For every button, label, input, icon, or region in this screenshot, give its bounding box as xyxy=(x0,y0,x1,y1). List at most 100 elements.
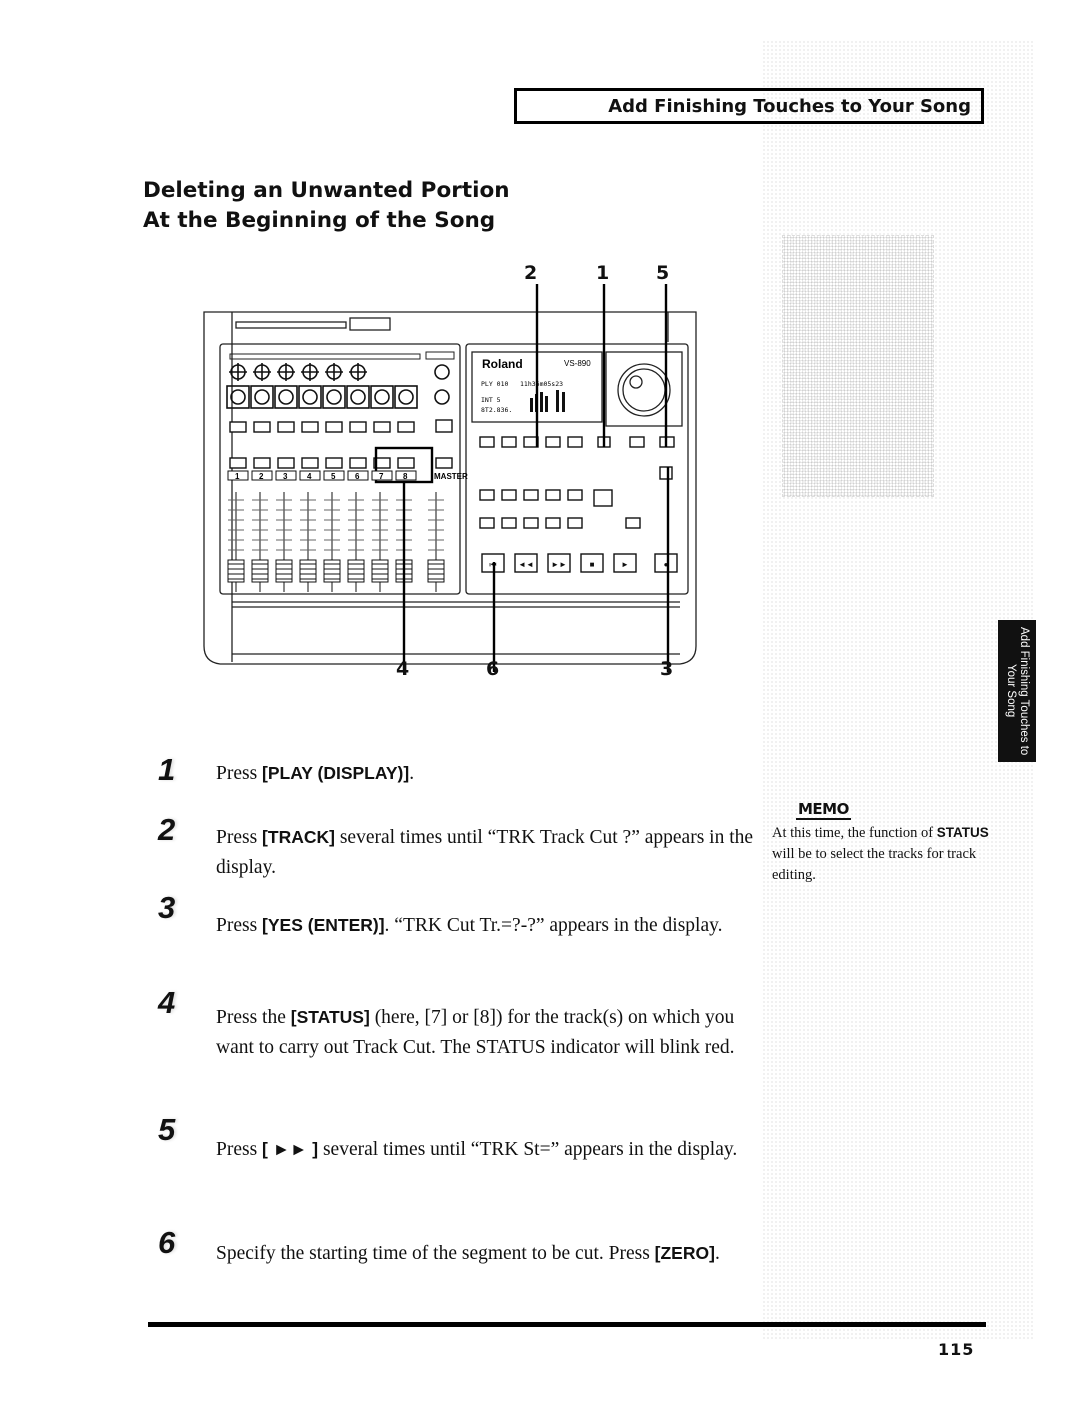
callout-4: 4 xyxy=(396,658,410,680)
section-title-line1: Deleting an Unwanted Portion xyxy=(143,178,510,203)
status-button xyxy=(349,457,367,469)
pan-knob xyxy=(230,389,246,405)
select-button xyxy=(253,421,271,433)
select-button xyxy=(229,421,247,433)
step-text: Press [YES (ENTER)]. “TRK Cut Tr.=?-?” a… xyxy=(216,910,761,941)
step-post-text: . “TRK Cut Tr.=?-?” appears in the displ… xyxy=(384,915,723,936)
track-number: 2 xyxy=(259,472,264,481)
pan-knob xyxy=(350,389,366,405)
track-number: 5 xyxy=(331,472,336,481)
vs890-panel-drawing: 1 2 3 4 5 6 7 8 MASTER Roland VS-890 PLY 010 11… xyxy=(203,284,697,672)
step-post-text: . xyxy=(409,763,415,784)
step-number: 5 xyxy=(158,1112,176,1147)
step-bold-text: [ZERO] xyxy=(654,1243,715,1263)
step-bold-text: [YES (ENTER)] xyxy=(262,915,385,935)
scene-button xyxy=(523,517,539,529)
step-text: Press [TRACK] several times until “TRK T… xyxy=(216,822,761,883)
aux-knob xyxy=(434,389,450,405)
pan-knob xyxy=(398,389,414,405)
step-bold-text: [PLAY (DISPLAY)] xyxy=(262,763,410,783)
step-number: 6 xyxy=(158,1225,176,1260)
step-number: 3 xyxy=(158,890,176,925)
select-button xyxy=(277,421,295,433)
memo-note: MEMO At this time, the function of STATU… xyxy=(770,800,990,886)
side-tab-label: Add Finishing Touches to Your Song xyxy=(1005,626,1030,756)
step-bold-text: [STATUS] xyxy=(290,1007,370,1027)
master-label: MASTER xyxy=(434,472,468,481)
fader-button xyxy=(435,457,453,469)
step-text: Press [ ►► ] several times until “TRK St… xyxy=(216,1134,761,1165)
device-body-outline xyxy=(203,311,697,665)
callout-6: 6 xyxy=(486,658,500,680)
status-button xyxy=(229,457,247,469)
play-icon: ► xyxy=(621,560,629,569)
memo-icon: MEMO xyxy=(796,800,851,820)
edit-button xyxy=(545,436,561,448)
step-pre-text: Press xyxy=(216,763,263,784)
step-text: Specify the starting time of the segment… xyxy=(216,1238,761,1269)
brand-logo: Roland xyxy=(482,357,523,371)
pan-knob xyxy=(254,389,270,405)
chapter-title: Add Finishing Touches to Your Song xyxy=(608,96,971,117)
status-button xyxy=(397,457,415,469)
ff-icon: ►► xyxy=(551,560,567,569)
track-number: 1 xyxy=(235,472,240,481)
status-button xyxy=(253,457,271,469)
step-pre-text: Press xyxy=(216,915,263,936)
locator-button xyxy=(479,489,495,501)
scene-button xyxy=(545,517,561,529)
chapter-side-tab[interactable]: Add Finishing Touches to Your Song xyxy=(998,620,1036,762)
edit-button xyxy=(567,436,583,448)
scene-button xyxy=(501,517,517,529)
model-label: VS-890 xyxy=(564,359,591,368)
step-number: 4 xyxy=(158,985,176,1020)
no-button xyxy=(629,436,645,448)
status-button xyxy=(325,457,343,469)
locator-button xyxy=(545,489,561,501)
callout-2: 2 xyxy=(524,262,538,284)
track-number: 8 xyxy=(403,472,408,481)
device-illustration: 12345678 MASTER Roland VS-890 PLY 010 11… xyxy=(190,262,710,682)
phones-knob xyxy=(434,364,450,380)
rew-icon: ◄◄ xyxy=(518,560,534,569)
step-pre-text: Specify the starting time of the segment… xyxy=(216,1243,655,1264)
callout-3: 3 xyxy=(660,658,674,680)
display-line-2: 11h36m05s23 xyxy=(520,380,563,388)
select-button xyxy=(397,421,415,433)
locator-button xyxy=(501,489,517,501)
edit-button xyxy=(501,436,517,448)
jog-dial xyxy=(617,363,671,417)
cd-rw-button xyxy=(593,489,613,507)
track-number: 7 xyxy=(379,472,384,481)
section-title-line2: At the Beginning of the Song xyxy=(143,208,496,233)
step-pre-text: Press the xyxy=(216,1007,291,1028)
track-number: 4 xyxy=(307,472,312,481)
section-title: Deleting an Unwanted Portion At the Begi… xyxy=(143,176,510,236)
step-text: Press the [STATUS] (here, [7] or [8]) fo… xyxy=(216,1002,761,1063)
scene-button xyxy=(567,517,583,529)
page-number: 115 xyxy=(938,1340,975,1359)
callout-1: 1 xyxy=(596,262,610,284)
display-line-4: 8T2.836. xyxy=(481,406,512,414)
yes-button xyxy=(659,466,673,480)
pan-knob xyxy=(374,389,390,405)
step-number: 1 xyxy=(158,752,176,787)
step-bold-text: [TRACK] xyxy=(262,827,335,847)
display-line-1: PLY 010 xyxy=(481,380,508,388)
stop-icon: ■ xyxy=(590,560,595,569)
preview-button xyxy=(625,517,641,529)
select-button xyxy=(301,421,319,433)
select-button xyxy=(349,421,367,433)
pan-knob xyxy=(302,389,318,405)
step-pre-text: Press xyxy=(216,1139,263,1160)
ez-routing-button xyxy=(435,419,453,433)
chapter-header: Add Finishing Touches to Your Song xyxy=(514,88,984,124)
step-number: 2 xyxy=(158,812,176,847)
select-button xyxy=(325,421,343,433)
edit-button xyxy=(479,436,495,448)
track-number: 3 xyxy=(283,472,288,481)
locator-button xyxy=(523,489,539,501)
callout-5: 5 xyxy=(656,262,670,284)
bleed-through-illustration xyxy=(782,235,934,497)
scene-button xyxy=(479,517,495,529)
